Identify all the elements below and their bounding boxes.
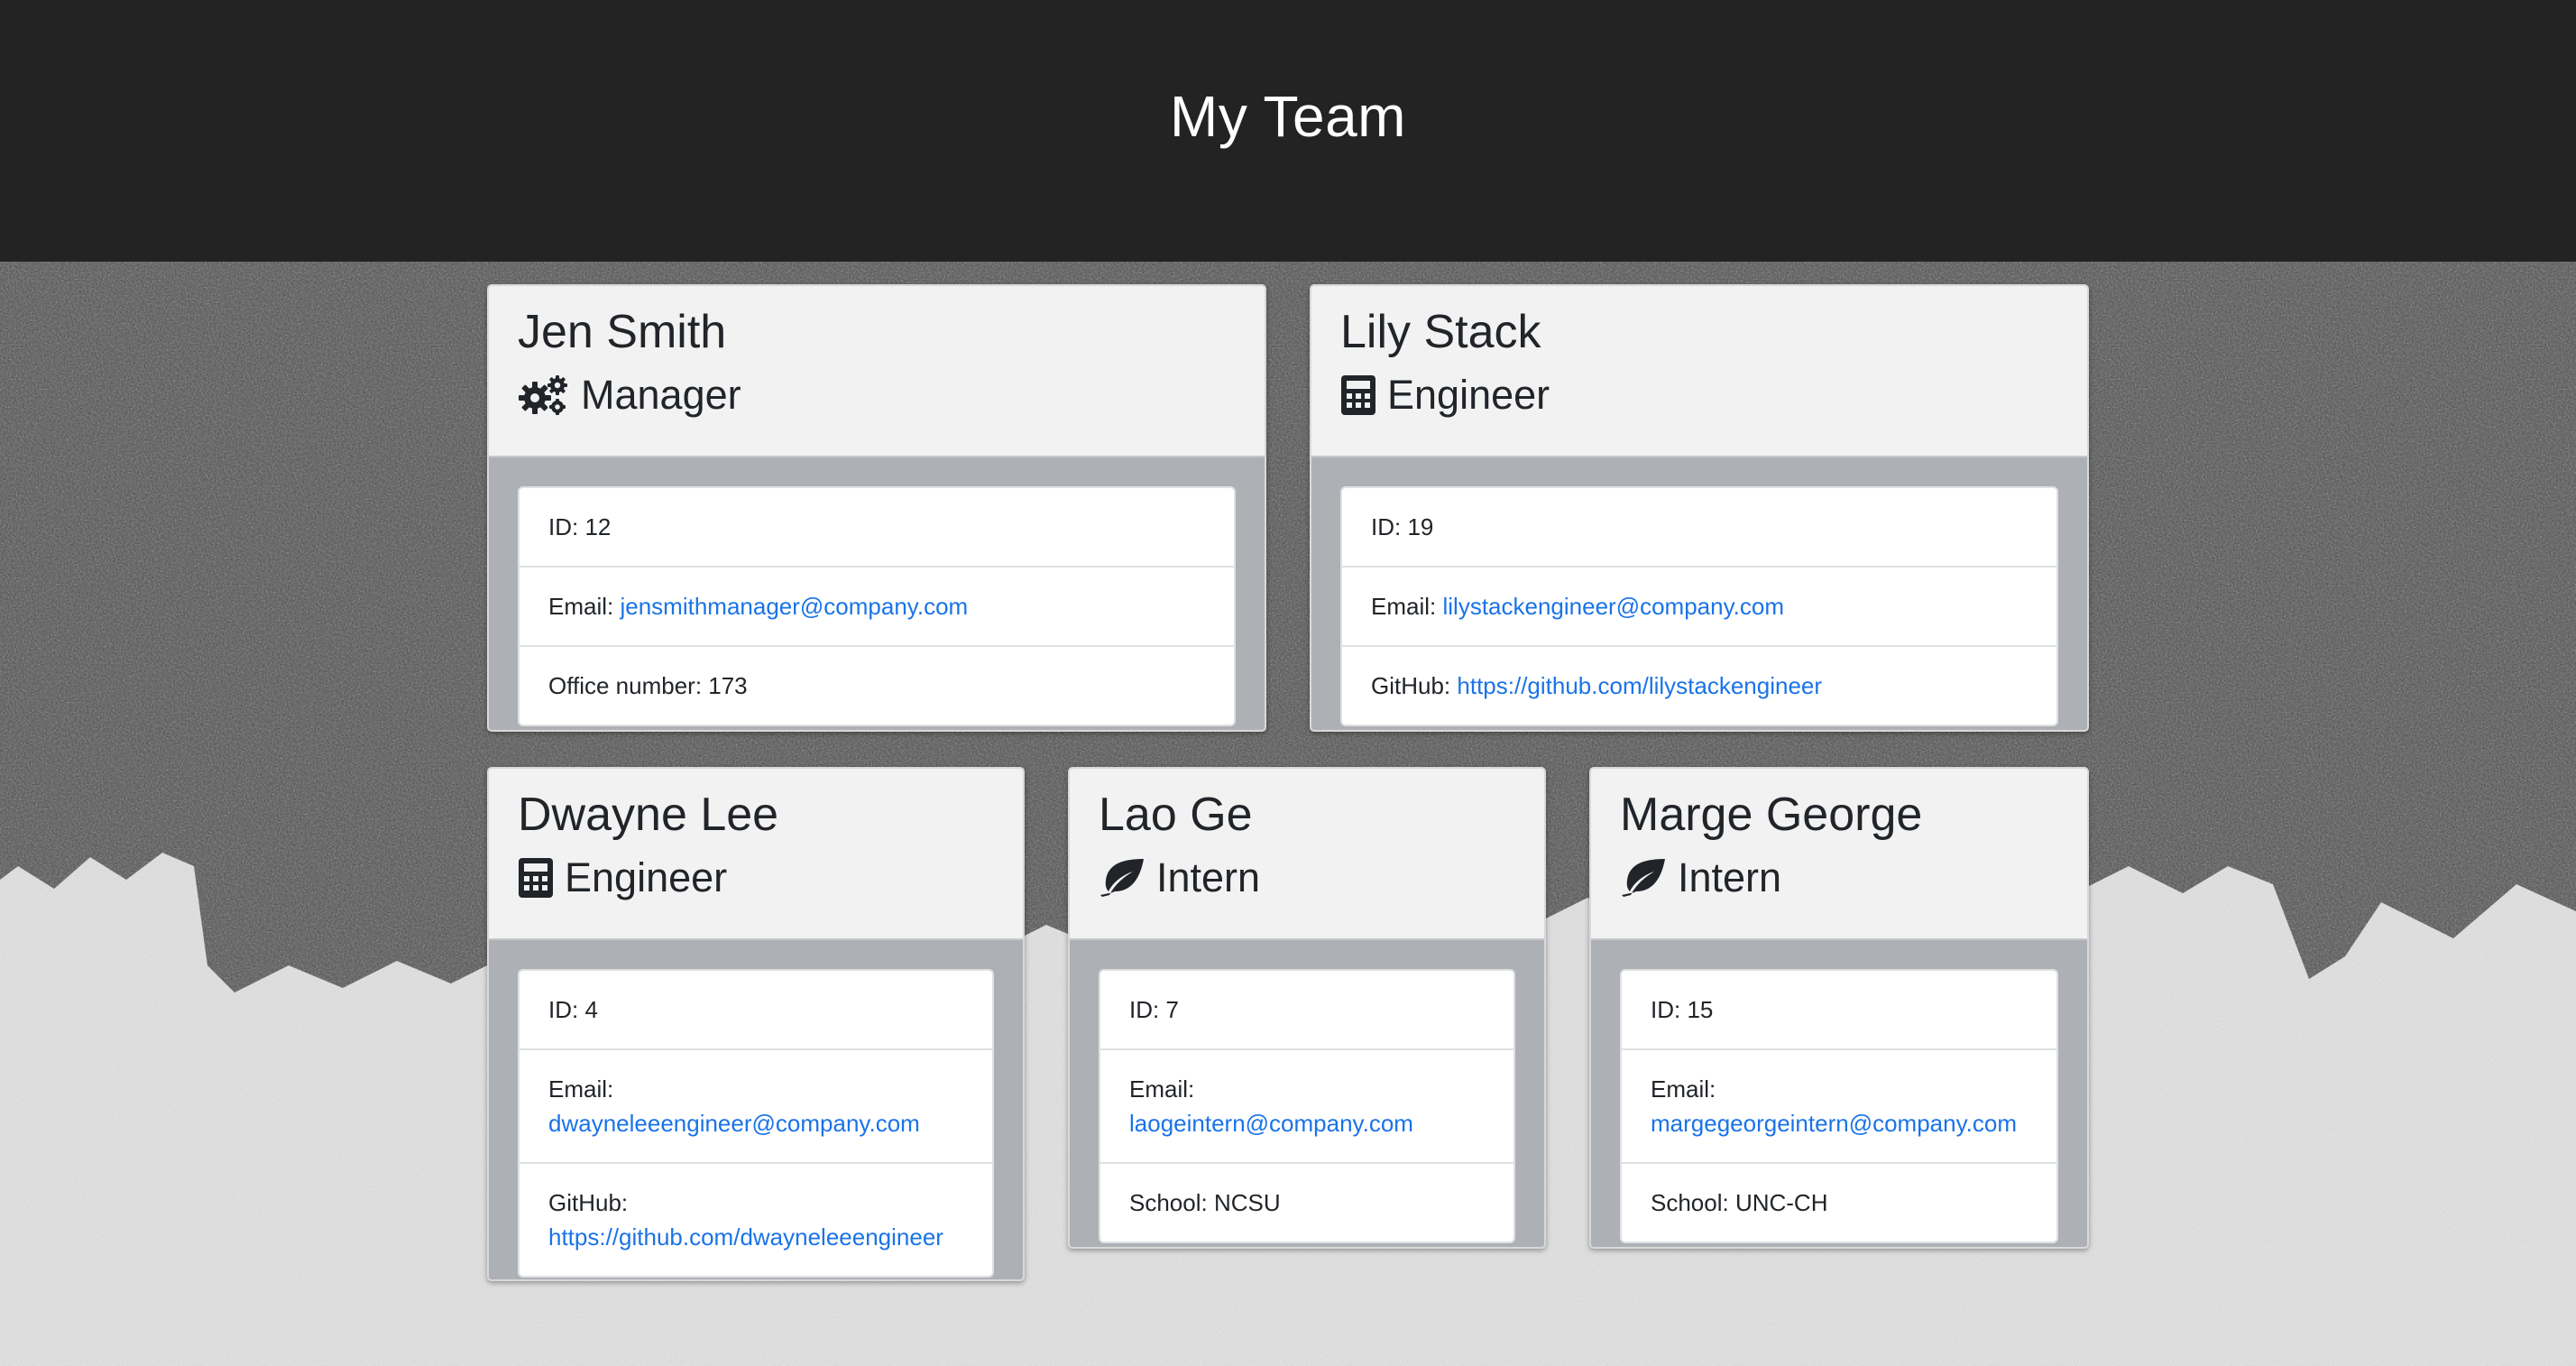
email-item: Email: margegeorgeintern@company.com [1622, 1048, 2056, 1162]
employee-card-engineer: Lily Stack Engineer ID: 19 Email: lilyst… [1310, 284, 2089, 732]
leaf-icon [1620, 857, 1667, 899]
card-header: Dwayne Lee Engineer [489, 769, 1023, 940]
details-list: ID: 19 Email: lilystackengineer@company.… [1340, 486, 2058, 726]
email-label: Email: [1129, 1075, 1195, 1103]
id-item: ID: 7 [1129, 996, 1179, 1023]
school-item: School: NCSU [1100, 1162, 1513, 1241]
page-title: My Team [1170, 84, 1406, 149]
calculator-icon [518, 857, 554, 899]
card-header: Jen Smith Manager [489, 286, 1265, 457]
email-item: Email: dwayneleeengineer@company.com [520, 1048, 992, 1162]
card-header: Lao Ge Intern [1070, 769, 1544, 940]
employee-role: Engineer [1340, 371, 2058, 420]
employee-role: Engineer [518, 854, 994, 902]
email-label: Email: [1651, 1075, 1716, 1103]
card-header: Marge George Intern [1591, 769, 2087, 940]
employee-role: Intern [1620, 854, 2058, 902]
employee-name: Lily Stack [1340, 306, 1541, 358]
role-label: Manager [581, 372, 741, 418]
page-header: My Team [0, 0, 2576, 262]
role-label: Intern [1678, 854, 1782, 900]
id-item: ID: 4 [548, 996, 598, 1023]
email-link[interactable]: lilystackengineer@company.com [1442, 593, 1784, 620]
email-label: Email: [1371, 593, 1437, 620]
details-list: ID: 12 Email: jensmithmanager@company.co… [518, 486, 1236, 726]
email-item: Email: jensmithmanager@company.com [520, 566, 1234, 645]
employee-card-intern: Lao Ge Intern ID: 7 Email: laogeintern@c… [1068, 767, 1546, 1249]
email-link[interactable]: jensmithmanager@company.com [620, 593, 968, 620]
github-item: GitHub: https://github.com/lilystackengi… [1342, 645, 2056, 725]
employee-card-intern: Marge George Intern ID: 15 Email: margeg… [1589, 767, 2089, 1249]
employee-name: Lao Ge [1099, 789, 1253, 841]
github-label: GitHub: [548, 1189, 629, 1216]
employee-card-engineer: Dwayne Lee Engineer ID: 4 Email: dwaynel… [487, 767, 1025, 1281]
card-body: ID: 19 Email: lilystackengineer@company.… [1311, 457, 2087, 730]
employee-role: Intern [1099, 854, 1515, 902]
employee-name: Dwayne Lee [518, 789, 779, 841]
leaf-icon [1099, 857, 1145, 899]
details-list: ID: 15 Email: margegeorgeintern@company.… [1620, 969, 2058, 1243]
github-label: GitHub: [1371, 672, 1451, 699]
gears-icon [518, 374, 570, 416]
github-link[interactable]: https://github.com/lilystackengineer [1457, 672, 1822, 699]
role-label: Engineer [565, 854, 728, 900]
calculator-icon [1340, 374, 1376, 416]
card-body: ID: 4 Email: dwayneleeengineer@company.c… [489, 940, 1023, 1279]
employee-role: Manager [518, 371, 1236, 420]
id-item: ID: 19 [1371, 513, 1434, 540]
email-link[interactable]: margegeorgeintern@company.com [1651, 1110, 2017, 1137]
details-list: ID: 4 Email: dwayneleeengineer@company.c… [518, 969, 994, 1278]
role-label: Engineer [1387, 372, 1550, 418]
employee-name: Marge George [1620, 789, 1923, 841]
email-link[interactable]: laogeintern@company.com [1129, 1110, 1413, 1137]
email-link[interactable]: dwayneleeengineer@company.com [548, 1110, 920, 1137]
card-body: ID: 7 Email: laogeintern@company.com Sch… [1070, 940, 1544, 1247]
id-item: ID: 12 [548, 513, 612, 540]
github-link[interactable]: https://github.com/dwayneleeengineer [548, 1223, 943, 1251]
card-body: ID: 12 Email: jensmithmanager@company.co… [489, 457, 1265, 730]
employee-card-manager: Jen Smith Manager ID: 12 Email: jensmith… [487, 284, 1266, 732]
role-label: Intern [1156, 854, 1261, 900]
id-item: ID: 15 [1651, 996, 1714, 1023]
card-header: Lily Stack Engineer [1311, 286, 2087, 457]
email-item: Email: laogeintern@company.com [1100, 1048, 1513, 1162]
details-list: ID: 7 Email: laogeintern@company.com Sch… [1099, 969, 1515, 1243]
github-item: GitHub: https://github.com/dwayneleeengi… [520, 1162, 992, 1276]
office-number-item: Office number: 173 [520, 645, 1234, 725]
card-body: ID: 15 Email: margegeorgeintern@company.… [1591, 940, 2087, 1247]
email-label: Email: [548, 593, 614, 620]
email-item: Email: lilystackengineer@company.com [1342, 566, 2056, 645]
employee-name: Jen Smith [518, 306, 727, 358]
email-label: Email: [548, 1075, 614, 1103]
school-item: School: UNC-CH [1622, 1162, 2056, 1241]
